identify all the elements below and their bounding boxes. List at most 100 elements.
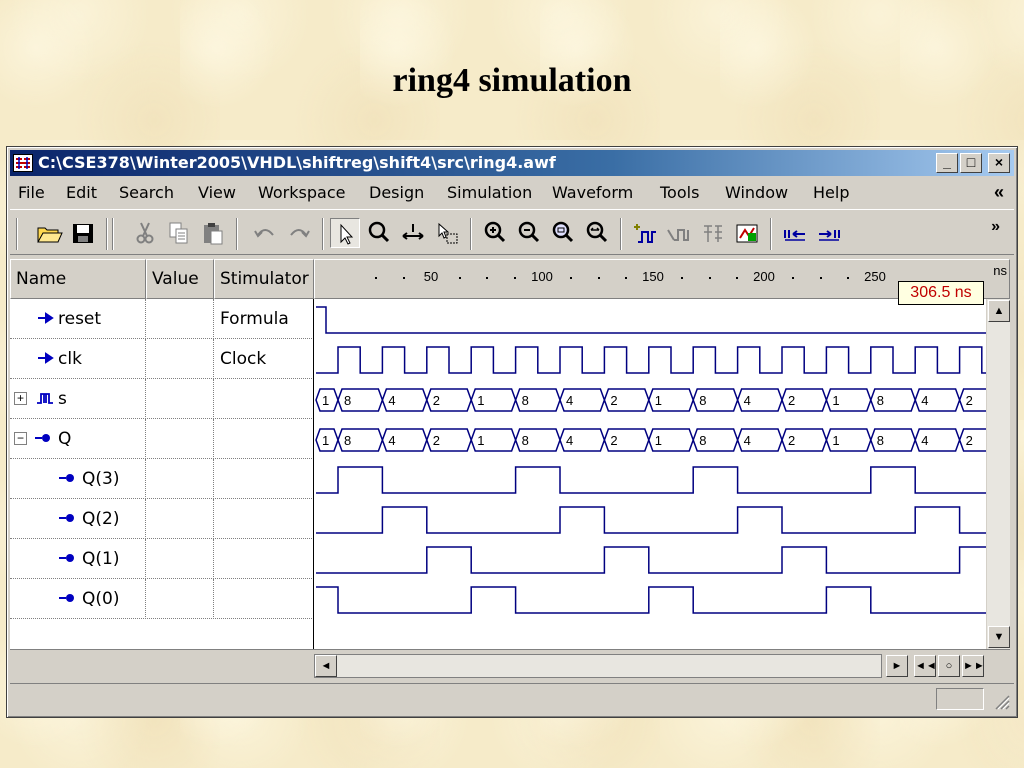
close-button[interactable]: ×	[988, 153, 1010, 173]
zoom-fit-icon[interactable]	[548, 218, 578, 248]
redo-icon[interactable]	[284, 218, 314, 248]
horizontal-bar: ◄ ► ◄◄ ○ ►►	[10, 649, 1010, 681]
prev-edge-icon[interactable]	[780, 218, 810, 248]
value-cell	[146, 459, 214, 499]
save-icon[interactable]	[68, 218, 98, 248]
signal-row-q3[interactable]: Q(3)	[10, 459, 314, 499]
empty-row	[10, 619, 314, 649]
menu-help[interactable]: Help	[813, 183, 849, 202]
toolbar-overflow-icon[interactable]: »	[991, 218, 1000, 236]
zoom-full-icon[interactable]	[582, 218, 612, 248]
select-icon[interactable]	[432, 218, 462, 248]
forward-button[interactable]: ►►	[962, 655, 985, 677]
bus-value-label: 2	[788, 393, 795, 408]
window-title: C:\CSE378\Winter2005\VHDL\shiftreg\shift…	[38, 153, 556, 172]
stop-button[interactable]: ○	[938, 655, 960, 677]
stimulator-icon[interactable]	[732, 218, 762, 248]
ruler-label-200: 200	[753, 269, 775, 284]
bus-value-label: 1	[655, 433, 662, 448]
header-name[interactable]: Name	[10, 259, 146, 299]
bus-value-label: 8	[699, 393, 706, 408]
bus-value-label: 8	[877, 393, 884, 408]
signal-row-q1[interactable]: Q(1)	[10, 539, 314, 579]
rewind-button[interactable]: ◄◄	[914, 655, 937, 677]
header-value[interactable]: Value	[146, 259, 214, 299]
waveform-canvas[interactable]: 1 8 4 2 1 8 4 2 1 8 4 2 1 8 4 21 8 4 2 1 8 4 2 1 8 4 2 1 8 4 2	[314, 299, 986, 649]
expand-toggle[interactable]: +	[14, 392, 27, 405]
bus-value-label: 2	[966, 393, 973, 408]
menu-bar: File Edit Search View Workspace Design S…	[10, 179, 1014, 207]
stimulator-cell[interactable]: Clock	[214, 339, 314, 379]
scroll-down-button[interactable]: ▼	[988, 626, 1010, 648]
menu-edit[interactable]: Edit	[66, 183, 97, 202]
bus-value-label: 4	[921, 393, 928, 408]
title-bar[interactable]: C:\CSE378\Winter2005\VHDL\shiftreg\shift…	[10, 150, 1014, 176]
signal-row-reset[interactable]: reset Formula	[10, 299, 314, 339]
signal-row-clk[interactable]: clk Clock	[10, 339, 314, 379]
reset-waveform	[316, 306, 986, 334]
toolbar: »	[10, 209, 1014, 255]
undo-icon[interactable]	[250, 218, 280, 248]
bus-value-label: 1	[655, 393, 662, 408]
stimulator-cell[interactable]	[214, 539, 314, 579]
bus-value-label: 8	[522, 393, 529, 408]
menu-overflow-icon[interactable]: «	[994, 182, 1004, 203]
maximize-button[interactable]: □	[960, 153, 982, 173]
remove-signal-icon[interactable]	[664, 218, 694, 248]
resize-grip-icon[interactable]	[992, 692, 1010, 710]
stimulator-cell[interactable]: Formula	[214, 299, 314, 339]
cut-icon[interactable]	[130, 218, 160, 248]
menu-window[interactable]: Window	[725, 183, 788, 202]
signal-row-q2[interactable]: Q(2)	[10, 499, 314, 539]
signal-name: Q(2)	[82, 509, 120, 529]
header-stimulator[interactable]: Stimulator	[214, 259, 314, 299]
signal-row-q0[interactable]: Q(0)	[10, 579, 314, 619]
waveform-area[interactable]: 18421842184218421842184218421842	[314, 299, 986, 649]
horizontal-scrollbar[interactable]: ◄	[314, 654, 882, 678]
menu-view[interactable]: View	[198, 183, 236, 202]
stimulator-cell[interactable]	[214, 499, 314, 539]
menu-design[interactable]: Design	[369, 183, 424, 202]
add-signal-icon[interactable]	[630, 218, 660, 248]
status-bar	[10, 683, 1014, 713]
ruler-tick	[570, 277, 572, 279]
scroll-left-button[interactable]: ◄	[315, 655, 337, 677]
zoom-icon[interactable]	[364, 218, 394, 248]
output-port-icon	[59, 474, 74, 482]
stimulator-cell[interactable]	[214, 459, 314, 499]
vertical-scrollbar[interactable]: ▲ ▼	[986, 299, 1010, 649]
zoom-in-icon[interactable]	[480, 218, 510, 248]
bus-value-label: 8	[344, 393, 351, 408]
collapse-toggle[interactable]: −	[14, 432, 27, 445]
menu-tools[interactable]: Tools	[660, 183, 699, 202]
signal-row-q[interactable]: − Q	[10, 419, 314, 459]
signal-row-s[interactable]: + s	[10, 379, 314, 419]
ruler-label-150: 150	[642, 269, 664, 284]
menu-simulation[interactable]: Simulation	[447, 183, 532, 202]
scroll-right-button[interactable]: ►	[886, 655, 908, 677]
name-cell: Q(2)	[10, 499, 146, 539]
stimulator-cell[interactable]	[214, 579, 314, 619]
stimulator-cell[interactable]	[214, 419, 314, 459]
stimulator-cell[interactable]	[214, 379, 314, 419]
ruler-tick	[514, 277, 516, 279]
pointer-icon[interactable]	[330, 218, 360, 248]
measure-icon[interactable]	[398, 218, 428, 248]
ruler-label-50: 50	[423, 269, 439, 284]
menu-search[interactable]: Search	[119, 183, 174, 202]
ruler-tick	[709, 277, 711, 279]
bus-icon[interactable]	[698, 218, 728, 248]
ruler-tick	[681, 277, 683, 279]
menu-file[interactable]: File	[18, 183, 45, 202]
ruler-unit: ns	[993, 263, 1007, 278]
scroll-up-button[interactable]: ▲	[988, 300, 1010, 322]
zoom-out-icon[interactable]	[514, 218, 544, 248]
minimize-button[interactable]: _	[936, 153, 958, 173]
copy-icon[interactable]	[164, 218, 194, 248]
ruler-tick	[403, 277, 405, 279]
paste-icon[interactable]	[198, 218, 228, 248]
menu-workspace[interactable]: Workspace	[258, 183, 345, 202]
next-edge-icon[interactable]	[814, 218, 844, 248]
menu-waveform[interactable]: Waveform	[552, 183, 633, 202]
open-folder-icon[interactable]	[34, 218, 64, 248]
